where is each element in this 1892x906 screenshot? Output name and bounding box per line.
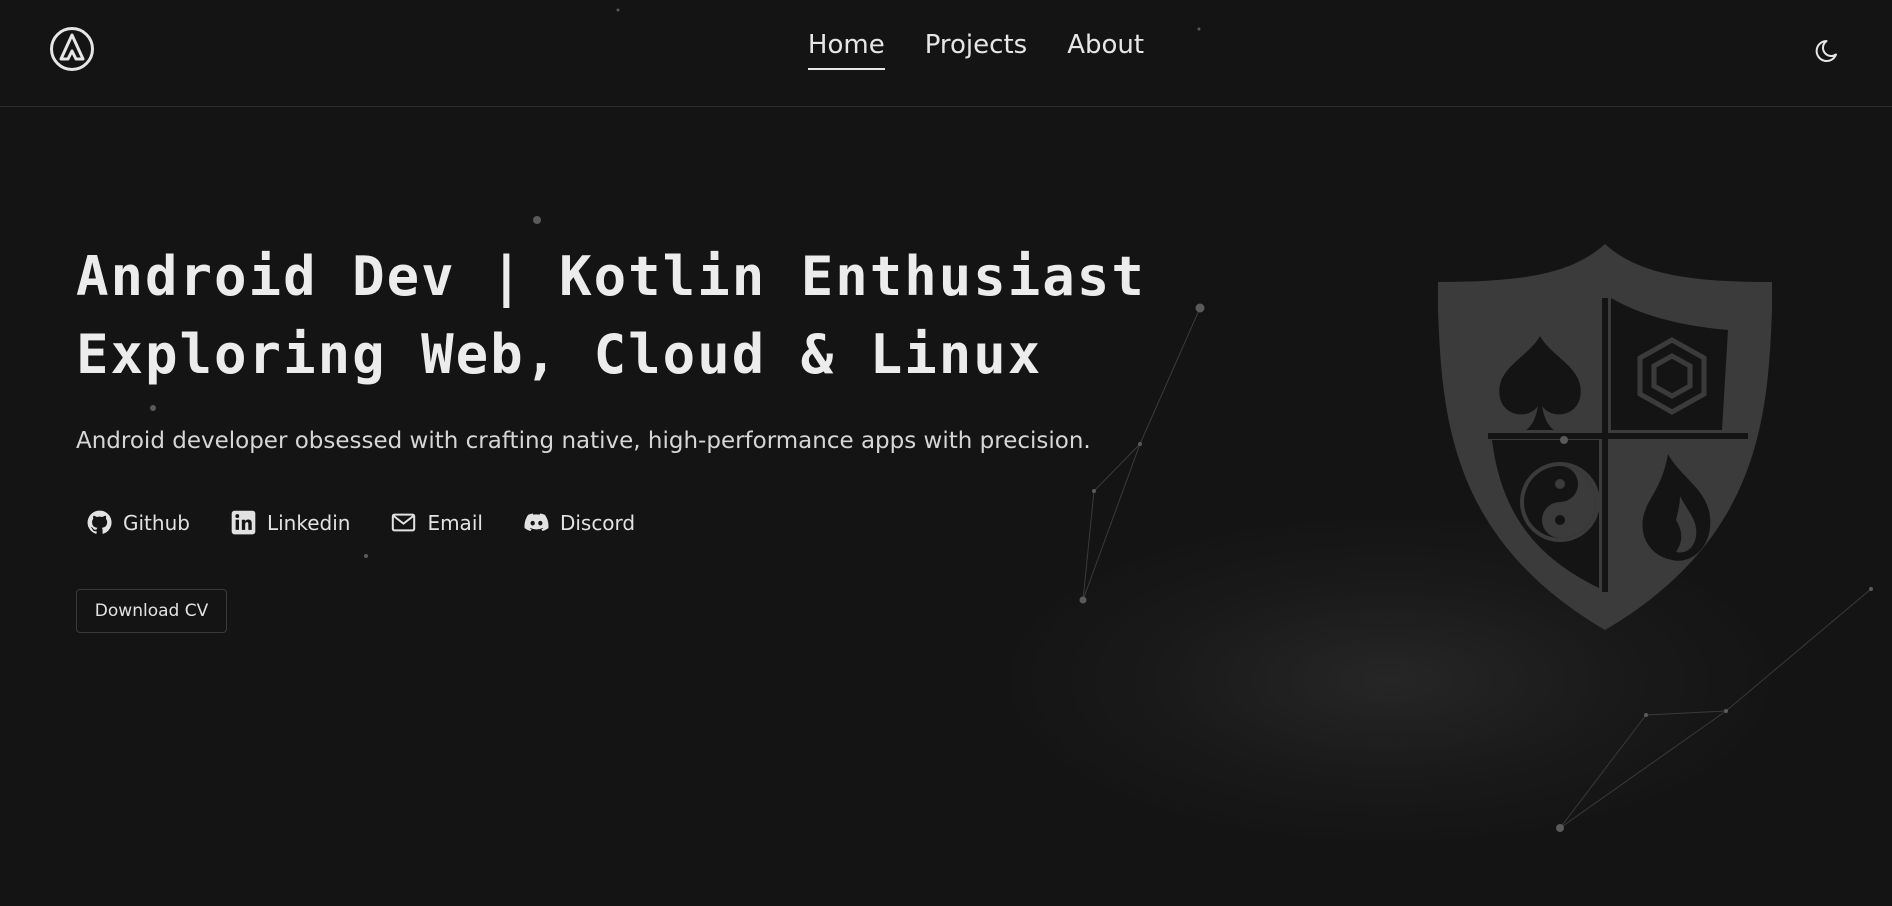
- main-nav: Home Projects About: [0, 30, 1892, 70]
- linkedin-link[interactable]: Linkedin: [230, 509, 350, 536]
- github-link[interactable]: Github: [86, 509, 190, 536]
- nav-about[interactable]: About: [1067, 30, 1144, 70]
- linkedin-label: Linkedin: [266, 510, 351, 535]
- mail-icon: [392, 513, 416, 532]
- download-cv-button[interactable]: Download CV: [76, 589, 227, 633]
- social-links: Github Linkedin Email Discord: [86, 509, 635, 536]
- discord-icon: [524, 513, 549, 532]
- yin-yang-icon: [1520, 462, 1600, 542]
- shield-dot: [1560, 436, 1568, 444]
- moon-icon[interactable]: [1814, 35, 1844, 65]
- linkedin-icon: [231, 510, 256, 535]
- email-link[interactable]: Email: [390, 509, 483, 536]
- hero-subtitle: Android developer obsessed with crafting…: [76, 428, 1091, 454]
- discord-link[interactable]: Discord: [523, 509, 635, 536]
- nav-home[interactable]: Home: [807, 30, 885, 70]
- headline-line-2: Exploring Web, Cloud & Linux: [76, 323, 1043, 386]
- nav-projects[interactable]: Projects: [925, 30, 1028, 70]
- shield-emblem: [1438, 244, 1772, 630]
- page: Home Projects About Android Dev | Kotlin…: [0, 0, 1892, 906]
- email-label: Email: [427, 510, 483, 535]
- hero-headline: Android Dev | Kotlin Enthusiast Explorin…: [76, 238, 1146, 394]
- github-icon: [87, 510, 112, 534]
- discord-label: Discord: [559, 510, 636, 535]
- github-label: Github: [123, 510, 190, 535]
- site-header: Home Projects About: [0, 0, 1892, 107]
- headline-line-1: Android Dev | Kotlin Enthusiast: [76, 245, 1146, 308]
